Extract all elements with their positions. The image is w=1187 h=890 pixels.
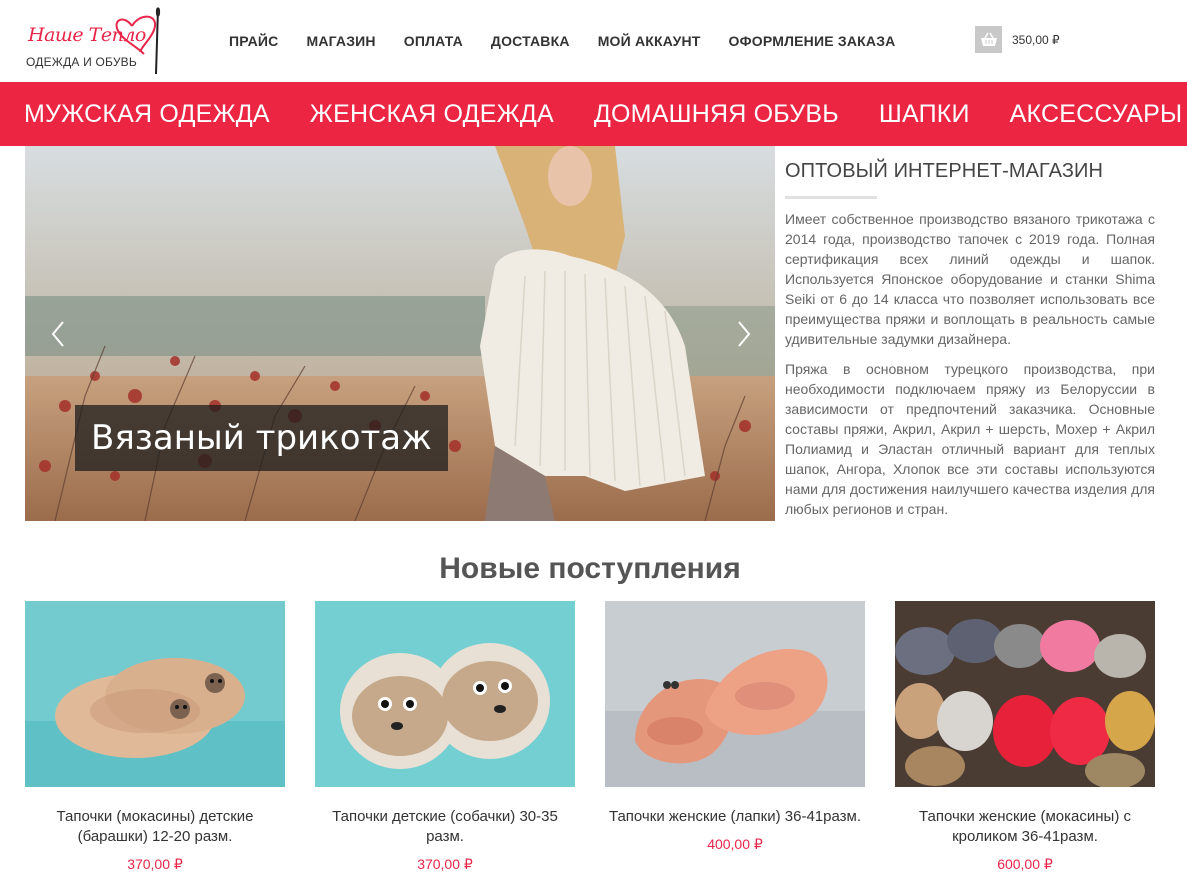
about-title: ОПТОВЫЙ ИНТЕРНЕТ-МАГАЗИН: [785, 160, 1104, 182]
logo-subtitle: ОДЕЖДА И ОБУВЬ: [26, 55, 137, 69]
category-hats[interactable]: ШАПКИ: [879, 100, 970, 129]
top-navigation: ПРАЙС МАГАЗИН ОПЛАТА ДОСТАВКА МОЙ АККАУН…: [229, 33, 923, 49]
basket-icon[interactable]: [975, 26, 1002, 53]
product-image[interactable]: [25, 601, 285, 787]
nav-price[interactable]: ПРАЙС: [229, 33, 278, 49]
category-womens-clothing[interactable]: ЖЕНСКАЯ ОДЕЖДА: [310, 100, 554, 129]
product-card[interactable]: Тапочки женские (мокасины) с кроликом 36…: [895, 601, 1155, 873]
product-price: 600,00 ₽: [997, 856, 1053, 872]
product-price: 370,00 ₽: [417, 856, 473, 872]
category-mens-clothing[interactable]: МУЖСКАЯ ОДЕЖДА: [24, 100, 270, 129]
nav-delivery[interactable]: ДОСТАВКА: [491, 33, 570, 49]
product-price: 370,00 ₽: [127, 856, 183, 872]
hero-slider: Вязаный трикотаж: [25, 146, 775, 521]
cart-total[interactable]: 350,00 ₽: [1012, 33, 1060, 47]
nav-shop[interactable]: МАГАЗИН: [306, 33, 375, 49]
product-name[interactable]: Тапочки детские (собачки) 30-35 разм.: [315, 807, 575, 847]
nav-my-account[interactable]: МОЙ АККАУНТ: [598, 33, 701, 49]
product-card[interactable]: Тапочки женские (лапки) 36-41разм. 400,0…: [605, 601, 865, 853]
cart-widget[interactable]: 350,00 ₽: [975, 26, 1060, 53]
product-card[interactable]: Тапочки (мокасины) детские (барашки) 12-…: [25, 601, 285, 873]
about-section: ОПТОВЫЙ ИНТЕРНЕТ-МАГАЗИН Имеет собственн…: [785, 146, 1155, 529]
site-logo[interactable]: Наше Тепло ОДЕЖДА И ОБУВЬ: [24, 6, 184, 76]
site-header: Наше Тепло ОДЕЖДА И ОБУВЬ ПРАЙС МАГАЗИН …: [0, 0, 1187, 82]
category-home-shoes[interactable]: ДОМАШНЯЯ ОБУВЬ: [594, 100, 839, 129]
product-name[interactable]: Тапочки женские (лапки) 36-41разм.: [605, 807, 865, 827]
chevron-left-icon[interactable]: [47, 320, 71, 348]
nav-checkout[interactable]: ОФОРМЛЕНИЕ ЗАКАЗА: [729, 33, 896, 49]
product-image[interactable]: [605, 601, 865, 787]
about-paragraph: Пряжа в основном турецкого производства,…: [785, 361, 1155, 517]
product-name[interactable]: Тапочки (мокасины) детские (барашки) 12-…: [25, 807, 285, 847]
product-price: 400,00 ₽: [707, 836, 763, 852]
hero-caption: Вязаный трикотаж: [75, 405, 448, 471]
nav-payment[interactable]: ОПЛАТА: [404, 33, 463, 49]
title-divider: [785, 196, 877, 199]
chevron-right-icon[interactable]: [731, 320, 755, 348]
product-image[interactable]: [895, 601, 1155, 787]
product-name[interactable]: Тапочки женские (мокасины) с кроликом 36…: [895, 807, 1155, 847]
new-arrivals-title: Новые поступления: [439, 552, 741, 585]
about-paragraph: Имеет собственное производство вязаного …: [785, 211, 1155, 347]
hero-caption-text: Вязаный трикотаж: [91, 418, 432, 458]
category-bar: МУЖСКАЯ ОДЕЖДА ЖЕНСКАЯ ОДЕЖДА ДОМАШНЯЯ О…: [0, 82, 1187, 146]
category-accessories[interactable]: АКСЕССУАРЫ: [1010, 100, 1183, 129]
product-card[interactable]: Тапочки детские (собачки) 30-35 разм. 37…: [315, 601, 575, 873]
product-image[interactable]: [315, 601, 575, 787]
